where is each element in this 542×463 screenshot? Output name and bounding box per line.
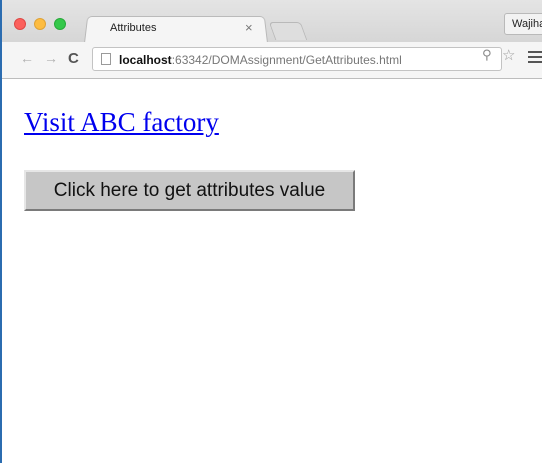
page-icon xyxy=(101,53,111,65)
zoom-icon[interactable]: ⚲ xyxy=(482,47,492,63)
star-icon[interactable]: ☆ xyxy=(502,46,515,64)
page-content: Visit ABC factory Click here to get attr… xyxy=(2,79,542,463)
get-attributes-button[interactable]: Click here to get attributes value xyxy=(24,170,355,211)
visit-factory-link[interactable]: Visit ABC factory xyxy=(24,107,219,138)
forward-arrow-icon[interactable]: → xyxy=(44,50,58,66)
address-bar[interactable]: localhost:63342/DOMAssignment/GetAttribu… xyxy=(92,47,502,71)
profile-button[interactable]: Wajiha xyxy=(504,13,542,35)
window-close-button[interactable] xyxy=(14,18,26,30)
tab-strip: Attributes × Wajiha xyxy=(2,0,542,43)
reload-icon[interactable]: C xyxy=(68,50,79,67)
profile-name: Wajiha xyxy=(512,18,542,30)
new-tab-button[interactable] xyxy=(268,22,308,40)
url-text[interactable]: localhost:63342/DOMAssignment/GetAttribu… xyxy=(119,53,402,67)
toolbar: ← → C localhost:63342/DOMAssignment/GetA… xyxy=(2,42,542,79)
back-arrow-icon[interactable]: ← xyxy=(20,50,34,66)
window-maximize-button[interactable] xyxy=(54,18,66,30)
browser-window: Attributes × Wajiha ← → C localhost:6334… xyxy=(0,0,542,463)
url-host: localhost xyxy=(119,53,172,67)
window-minimize-button[interactable] xyxy=(34,18,46,30)
tab-title: Attributes xyxy=(110,22,157,34)
tab-close-icon[interactable]: × xyxy=(245,20,253,35)
hamburger-menu-icon[interactable] xyxy=(528,51,542,66)
url-path: :63342/DOMAssignment/GetAttributes.html xyxy=(171,53,402,67)
